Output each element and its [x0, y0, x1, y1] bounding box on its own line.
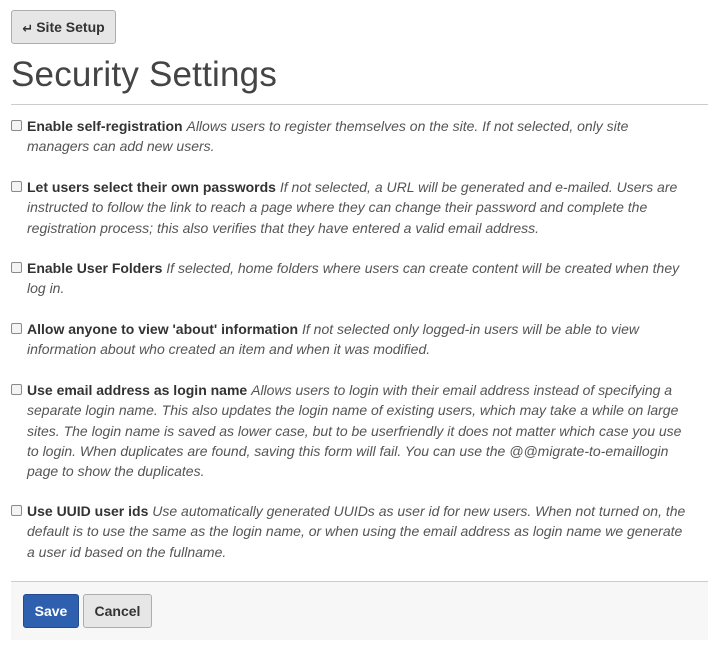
uuid-user-ids-checkbox[interactable] [11, 505, 22, 516]
title-divider [11, 104, 708, 105]
return-arrow-icon: ↵ [22, 21, 34, 36]
field-uuid-user-ids: Use UUID user ids Use automatically gene… [11, 501, 691, 562]
user-select-passwords-checkbox[interactable] [11, 181, 22, 192]
field-enable-self-registration: Enable self-registration Allows users to… [11, 116, 691, 157]
enable-self-registration-label[interactable]: Enable self-registration [27, 118, 183, 134]
field-user-select-passwords: Let users select their own passwords If … [11, 177, 691, 238]
field-allow-anyone-view-about: Allow anyone to view 'about' information… [11, 319, 691, 360]
page-title: Security Settings [11, 55, 278, 94]
email-as-login-checkbox[interactable] [11, 384, 22, 395]
site-setup-label: Site Setup [36, 19, 105, 35]
allow-anyone-view-about-checkbox[interactable] [11, 323, 22, 334]
field-enable-user-folders: Enable User Folders If selected, home fo… [11, 258, 691, 299]
site-setup-button[interactable]: ↵ Site Setup [11, 10, 116, 44]
cancel-button[interactable]: Cancel [83, 594, 152, 628]
enable-self-registration-checkbox[interactable] [11, 120, 22, 131]
field-email-as-login: Use email address as login name Allows u… [11, 380, 691, 481]
allow-anyone-view-about-label[interactable]: Allow anyone to view 'about' information [27, 321, 298, 337]
save-button[interactable]: Save [23, 594, 79, 628]
uuid-user-ids-label[interactable]: Use UUID user ids [27, 503, 148, 519]
user-select-passwords-label[interactable]: Let users select their own passwords [27, 179, 276, 195]
email-as-login-label[interactable]: Use email address as login name [27, 382, 247, 398]
enable-user-folders-label[interactable]: Enable User Folders [27, 260, 162, 276]
enable-user-folders-checkbox[interactable] [11, 262, 22, 273]
